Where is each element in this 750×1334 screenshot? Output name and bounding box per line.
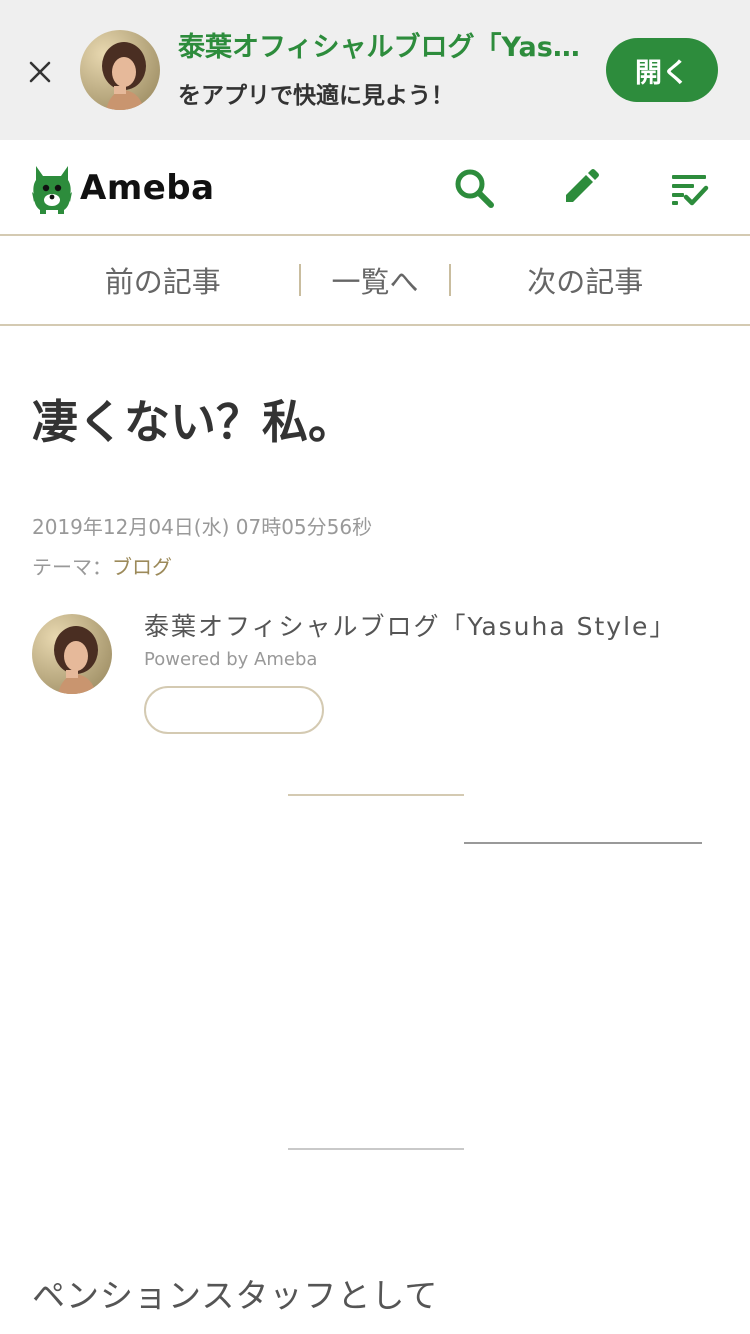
pencil-icon[interactable] <box>558 166 602 210</box>
powered-by-text: Powered by Ameba <box>144 649 318 670</box>
close-icon[interactable] <box>24 56 56 88</box>
open-app-button[interactable]: 開く <box>606 38 718 102</box>
ameba-mascot-icon <box>32 166 72 214</box>
divider-line <box>288 794 464 796</box>
ameba-logo[interactable]: Ameba <box>30 160 215 216</box>
search-icon[interactable] <box>452 166 496 210</box>
next-article-link[interactable]: 次の記事 <box>451 259 750 301</box>
article-body-text: ペンションスタッフとして <box>32 1276 439 1315</box>
divider-line <box>288 1148 464 1150</box>
banner-avatar <box>80 30 160 110</box>
entry-theme: テーマ：ブログ <box>32 552 172 582</box>
site-header: Ameba <box>0 140 750 236</box>
banner-subtitle: をアプリで快適に見よう！ <box>178 83 454 109</box>
author-avatar[interactable] <box>32 614 112 694</box>
entry-title: 凄くない？私。 <box>32 395 354 449</box>
theme-link[interactable]: ブログ <box>112 555 172 579</box>
blog-name-link[interactable]: 泰葉オフィシャルブログ「Yasuha Style」 <box>144 608 676 646</box>
entry-date: 2019年12月04日(水) 07時05分56秒 <box>32 515 373 539</box>
divider-line <box>464 842 702 844</box>
theme-prefix: テーマ： <box>32 555 112 579</box>
article-nav: 前の記事 一覧へ 次の記事 <box>0 236 750 326</box>
prev-article-link[interactable]: 前の記事 <box>0 259 299 301</box>
article-list-link[interactable]: 一覧へ <box>301 259 448 301</box>
follow-button[interactable] <box>144 686 324 734</box>
reader-list-icon[interactable] <box>668 166 712 210</box>
banner-title: 泰葉オフィシャルブログ「Yas… <box>178 32 580 63</box>
app-banner: 泰葉オフィシャルブログ「Yas… をアプリで快適に見よう！ 開く <box>0 0 750 140</box>
logo-text: Ameba <box>80 168 215 208</box>
